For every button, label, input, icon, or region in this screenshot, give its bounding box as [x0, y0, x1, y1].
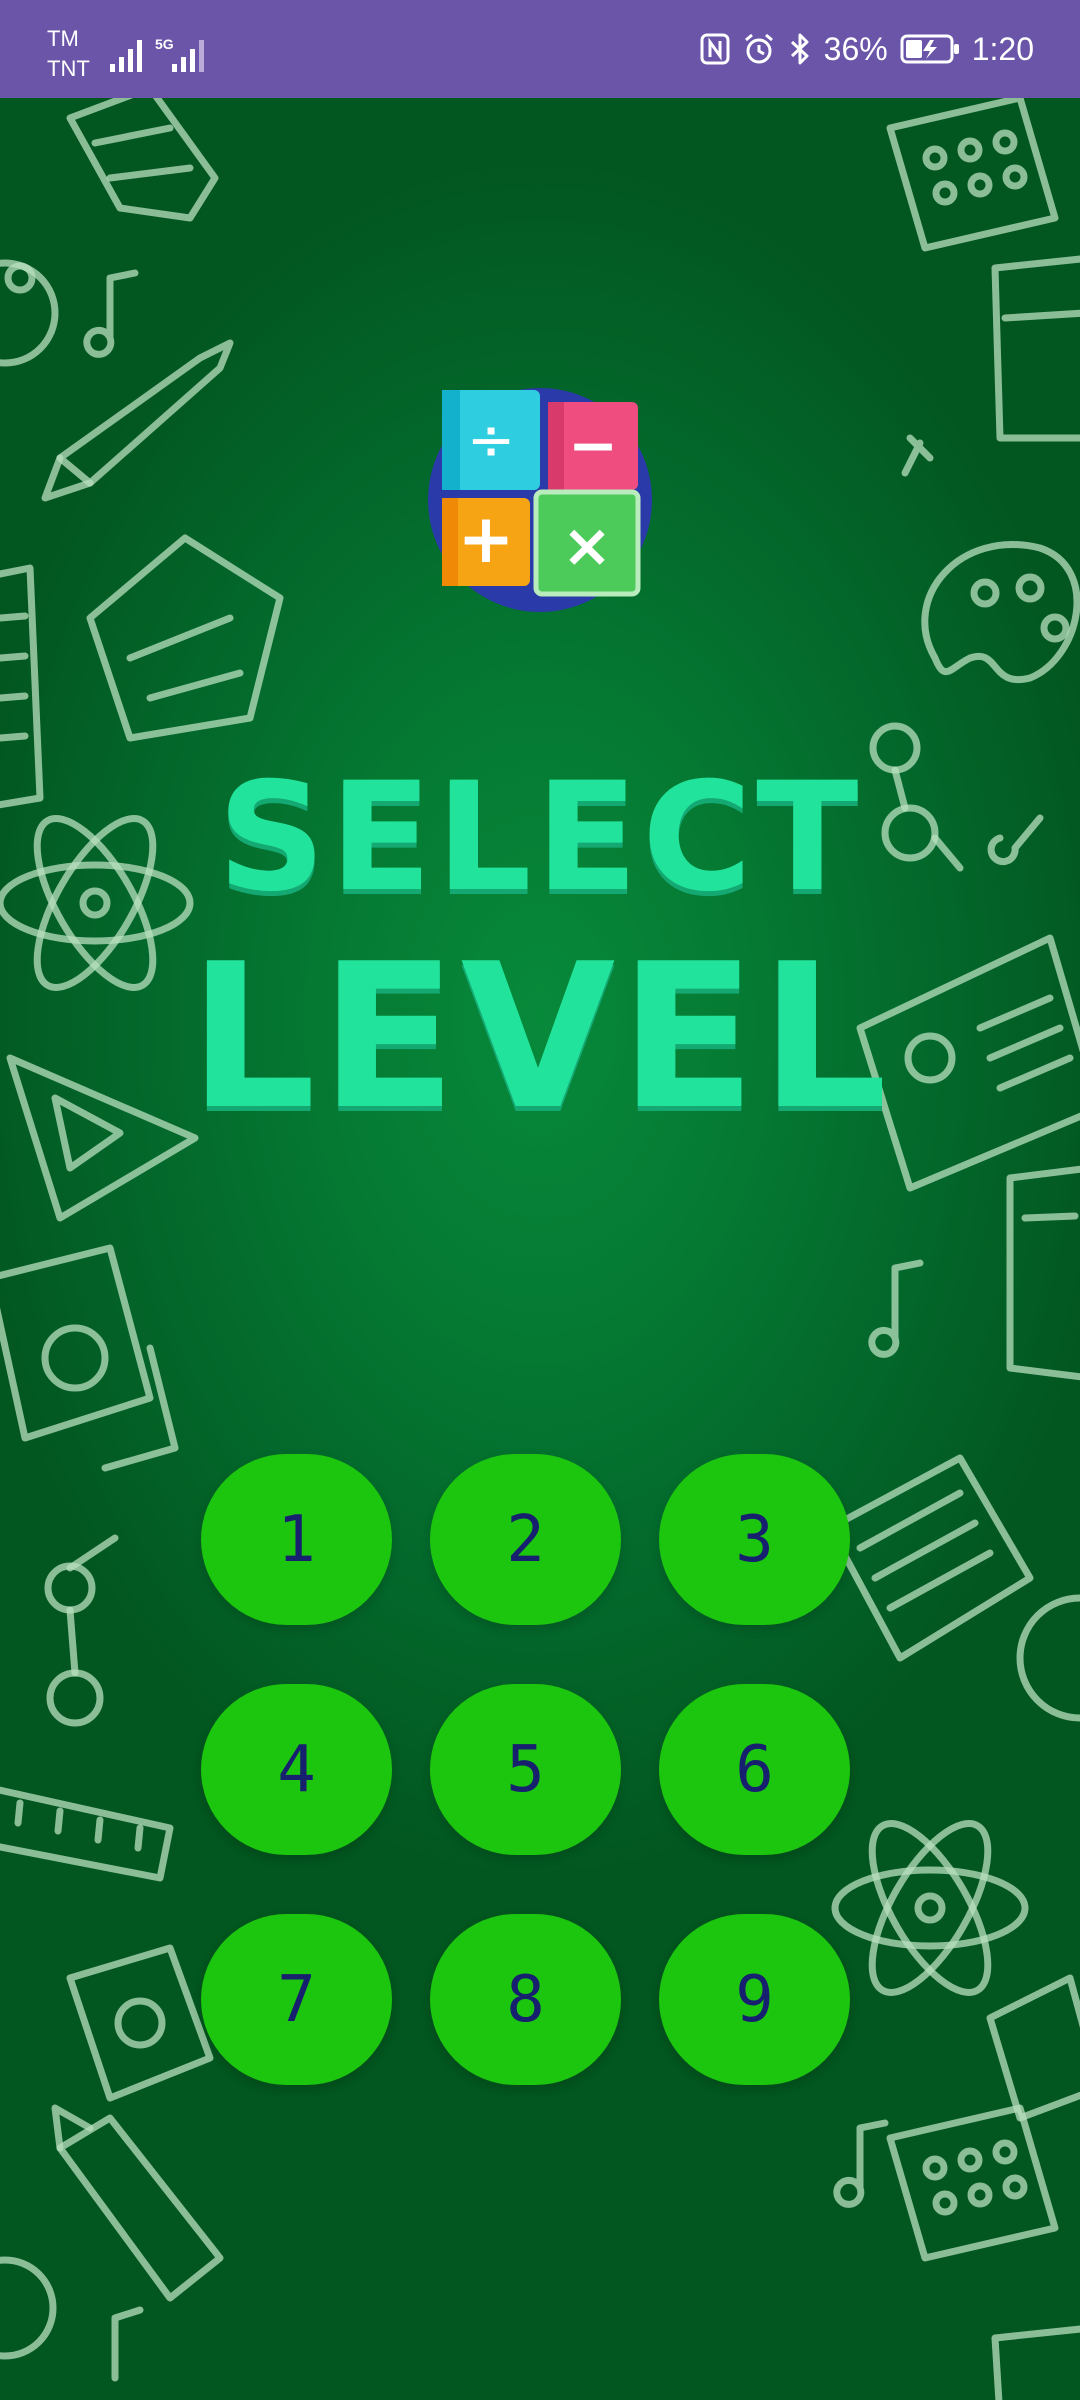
music-note-4-doodle-icon	[868, 1259, 924, 1358]
glasses-doodle-icon	[44, 1534, 119, 1727]
level-5-button[interactable]: 5	[430, 1684, 621, 1855]
level-4-button[interactable]: 4	[201, 1684, 392, 1855]
signal-5g-icon	[172, 40, 204, 72]
palette-doodle-icon	[921, 541, 1080, 684]
plus-symbol: +	[458, 500, 515, 579]
eraser-doodle-icon	[66, 98, 219, 222]
multiply-symbol: ×	[562, 511, 612, 581]
eraser-2-doodle-icon	[986, 1974, 1080, 2122]
level-select-screen: ÷ − + × SELECT LEVEL 1 2 3 4 5 6 7 8 9	[0, 98, 1080, 2400]
brush-doodle-icon	[41, 339, 234, 502]
network-type-label: 5G	[155, 36, 174, 52]
level-3-button[interactable]: 3	[659, 1454, 850, 1625]
level-1-button[interactable]: 1	[201, 1454, 392, 1625]
battery-charging-icon	[900, 34, 959, 64]
atom-2-doodle-icon	[831, 1820, 1029, 1996]
math-app-logo: ÷ − + ×	[428, 388, 652, 612]
level-button-grid: 1 2 3 4 5 6 7 8 9	[201, 1454, 851, 2085]
divide-symbol: ÷	[467, 406, 516, 474]
calculator-2-doodle-icon	[886, 2104, 1059, 2262]
music-note-doodle-icon	[83, 269, 139, 358]
level-8-button[interactable]: 8	[430, 1914, 621, 2085]
bag-3-doodle-icon	[991, 2325, 1080, 2400]
bluetooth-icon	[790, 33, 809, 65]
level-7-button[interactable]: 7	[201, 1914, 392, 2085]
pencil-doodle-icon	[51, 2104, 224, 2302]
music-note-2-doodle-icon	[111, 2306, 144, 2382]
nfc-icon	[700, 33, 730, 65]
clock-time: 1:20	[971, 30, 1034, 67]
music-note-5-doodle-icon	[833, 2119, 889, 2208]
carrier-2-label: TNT	[47, 56, 90, 81]
pin-doodle-icon	[901, 434, 934, 477]
backpack-doodle-icon	[86, 534, 284, 742]
sharpener-doodle-icon	[66, 1944, 214, 2102]
status-right-cluster: 36% 1:20	[700, 0, 1034, 98]
calculator-doodle-icon	[886, 98, 1059, 252]
level-9-button[interactable]: 9	[659, 1914, 850, 2085]
alarm-icon	[744, 33, 773, 64]
battery-percent: 36%	[823, 30, 888, 67]
minus-symbol: −	[568, 411, 618, 481]
title-select: SELECT	[217, 751, 863, 925]
level-6-button[interactable]: 6	[659, 1684, 850, 1855]
title-level: LEVEL	[188, 921, 892, 1154]
carrier-labels: TM TNT	[47, 24, 90, 84]
signal-icon	[110, 40, 142, 72]
ruler-2-doodle-icon	[0, 1786, 174, 1882]
bag-doodle-icon	[991, 255, 1080, 442]
bear-2-doodle-icon	[0, 2256, 57, 2360]
bear-doodle-icon	[0, 259, 59, 367]
camera-doodle-icon	[0, 1244, 179, 1472]
bulb-doodle-icon	[1016, 1594, 1080, 1722]
carrier-1-label: TM	[47, 26, 79, 51]
status-bar: TM TNT 5G 36% 1:20	[0, 0, 1080, 98]
level-2-button[interactable]: 2	[430, 1454, 621, 1625]
book-doodle-icon	[826, 1454, 1034, 1662]
bag-2-doodle-icon	[1006, 1165, 1080, 1381]
